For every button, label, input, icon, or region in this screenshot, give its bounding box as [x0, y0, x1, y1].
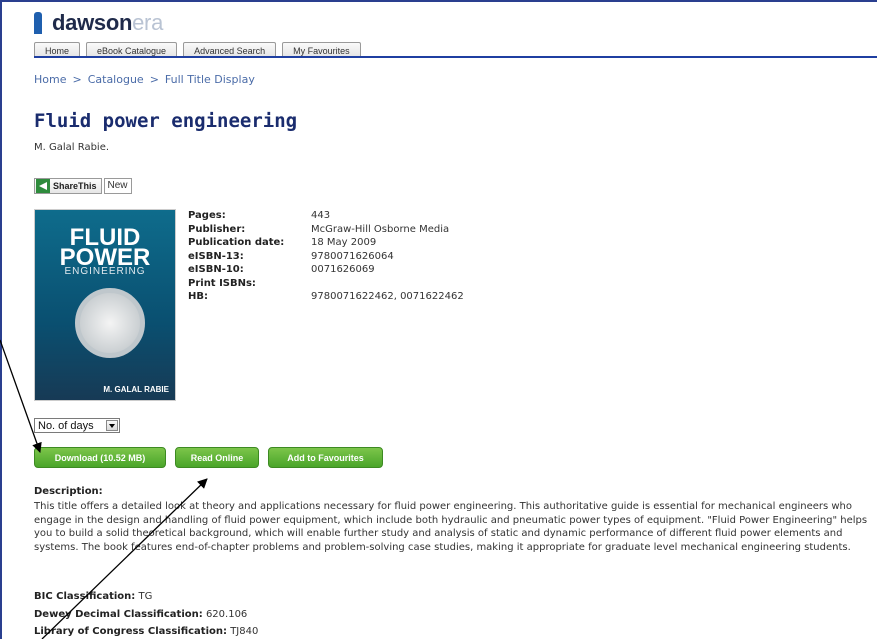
page-title: Fluid power engineering: [34, 110, 298, 132]
bic-classification: BIC Classification: TG: [34, 591, 152, 602]
breadcrumb-catalogue[interactable]: Catalogue: [88, 73, 144, 86]
tab-underline: [34, 56, 877, 58]
meta-row: Publisher: McGraw-Hill Osborne Media: [188, 223, 464, 237]
meta-row: Publication date: 18 May 2009: [188, 236, 464, 250]
logo-brand: dawson: [52, 10, 133, 35]
meta-row: Pages: 443: [188, 209, 464, 223]
add-to-favourites-button[interactable]: Add to Favourites: [268, 447, 383, 468]
read-online-button[interactable]: Read Online: [175, 447, 259, 468]
breadcrumb-separator: >: [149, 73, 159, 86]
dewey-classification: Dewey Decimal Classification: 620.106: [34, 609, 247, 620]
meta-value: 9780071622462, 0071622462: [311, 291, 464, 302]
share-new-badge[interactable]: New: [103, 178, 132, 194]
meta-value: 9780071626064: [311, 250, 394, 262]
meta-label: Pages:: [188, 210, 226, 221]
classification-label: Library of Congress Classification:: [34, 626, 227, 637]
sharethis-button[interactable]: ShareThis: [34, 178, 102, 194]
meta-label: HB:: [188, 291, 208, 302]
meta-row: Print ISBNs:: [188, 277, 464, 291]
meta-label: Publication date:: [188, 237, 285, 248]
meta-label: Publisher:: [188, 223, 246, 235]
logo-suffix: era: [132, 10, 164, 35]
book-author: M. Galal Rabie.: [34, 142, 110, 153]
meta-value: 443: [311, 210, 331, 221]
pressure-gauge-icon: [75, 288, 145, 358]
classification-value: 620.106: [205, 609, 248, 620]
book-metadata: Pages: 443 Publisher: McGraw-Hill Osborne …: [188, 209, 464, 304]
classification-label: Dewey Decimal Classification:: [34, 609, 203, 620]
breadcrumb-current[interactable]: Full Title Display: [165, 73, 255, 86]
cover-subtitle: ENGINEERING: [64, 266, 146, 277]
meta-row: eISBN-13: 9780071626064: [188, 250, 464, 264]
classification-value: TJ840: [230, 626, 259, 637]
description-heading: Description:: [34, 486, 103, 497]
sharethis-label: ShareThis: [53, 181, 97, 191]
meta-row: eISBN-10: 0071626069: [188, 263, 464, 277]
cover-author: M. GALAL RABIE: [103, 385, 169, 394]
dawsonera-logo[interactable]: dawsonera: [34, 4, 163, 34]
download-button[interactable]: Download (10.52 MB): [34, 447, 166, 468]
meta-label: Print ISBNs:: [188, 277, 256, 289]
meta-label: eISBN-10:: [188, 264, 244, 275]
breadcrumb: Home > Catalogue > Full Title Display: [34, 73, 255, 86]
meta-row: HB: 9780071622462, 0071622462: [188, 290, 464, 304]
meta-value: 0071626069: [311, 264, 375, 275]
loan-days-value: No. of days: [38, 419, 94, 432]
classification-value: TG: [138, 591, 153, 602]
meta-value: McGraw-Hill Osborne Media: [311, 223, 450, 235]
logo-mark-icon: [34, 12, 42, 34]
breadcrumb-separator: >: [72, 73, 82, 86]
meta-value: 18 May 2009: [311, 237, 377, 248]
classification-label: BIC Classification:: [34, 591, 136, 602]
loan-days-select[interactable]: No. of days: [34, 418, 120, 433]
meta-label: eISBN-13:: [188, 250, 244, 262]
book-cover: FLUID POWER ENGINEERING M. GALAL RABIE: [34, 209, 176, 401]
share-icon: [36, 179, 50, 193]
breadcrumb-home[interactable]: Home: [34, 73, 66, 86]
share-widget: ShareThis New: [34, 178, 132, 194]
chevron-down-icon[interactable]: [106, 420, 118, 431]
description-text: This title offers a detailed look at the…: [34, 501, 868, 553]
loc-classification: Library of Congress Classification: TJ84…: [34, 626, 258, 637]
